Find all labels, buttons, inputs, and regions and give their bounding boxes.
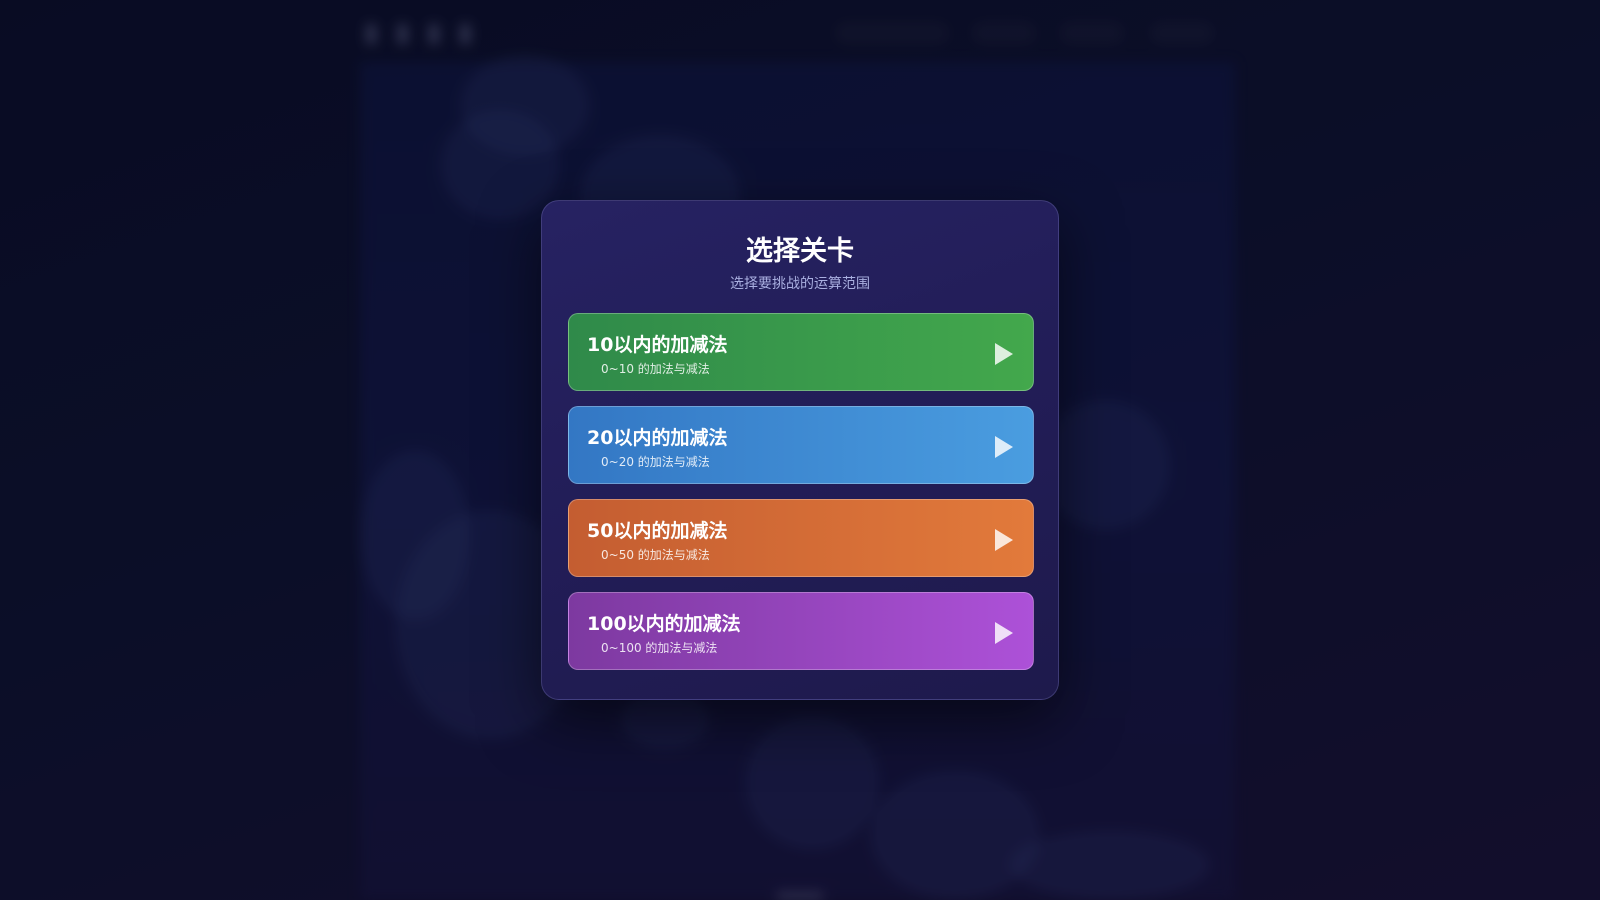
- level-button-50[interactable]: 50以内的加减法 0~50 的加法与减法: [568, 499, 1034, 577]
- modal-subtitle: 选择要挑战的运算范围: [730, 276, 870, 292]
- level-name: 50以内的加减法: [587, 520, 728, 542]
- play-icon: [995, 529, 1013, 551]
- level-desc: 0~50 的加法与减法: [601, 548, 710, 562]
- level-name: 10以内的加减法: [587, 334, 728, 356]
- level-desc: 0~20 的加法与减法: [601, 455, 710, 469]
- level-button-20[interactable]: 20以内的加减法 0~20 的加法与减法: [568, 406, 1034, 484]
- play-icon: [995, 436, 1013, 458]
- play-icon: [995, 343, 1013, 365]
- level-desc: 0~10 的加法与减法: [601, 362, 710, 376]
- level-select-modal: 选择关卡 选择要挑战的运算范围 10以内的加减法 0~10 的加法与减法 20以…: [541, 200, 1059, 700]
- level-name: 100以内的加减法: [587, 613, 741, 635]
- level-button-100[interactable]: 100以内的加减法 0~100 的加法与减法: [568, 592, 1034, 670]
- level-name: 20以内的加减法: [587, 427, 728, 449]
- modal-title: 选择关卡: [746, 236, 854, 267]
- play-icon: [995, 622, 1013, 644]
- level-desc: 0~100 的加法与减法: [601, 641, 718, 655]
- level-button-10[interactable]: 10以内的加减法 0~10 的加法与减法: [568, 313, 1034, 391]
